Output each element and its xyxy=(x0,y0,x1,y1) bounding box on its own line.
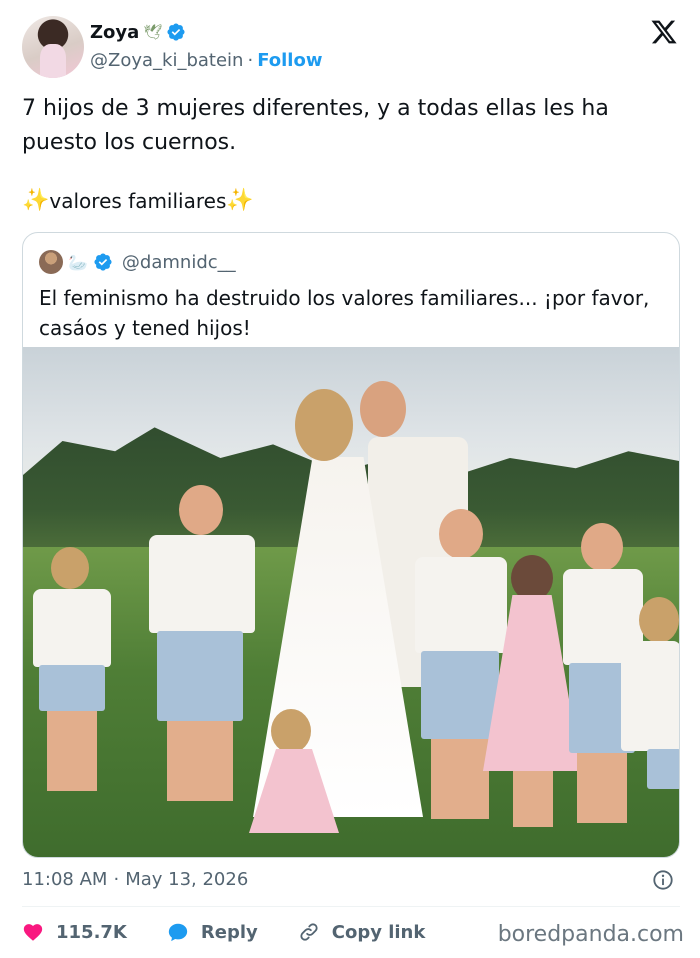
reply-label: Reply xyxy=(200,921,258,943)
copy-link-label: Copy link xyxy=(331,921,426,943)
footer-divider xyxy=(22,906,680,907)
family-photo[interactable] xyxy=(23,347,679,857)
dove-emoji-icon: 🕊 xyxy=(143,23,163,41)
author-info: Zoya 🕊 @Zoya_ki_batein · Follow xyxy=(90,18,322,74)
heart-icon xyxy=(23,924,43,941)
name-row: Zoya 🕊 xyxy=(90,18,322,46)
quoted-verified-badge-icon xyxy=(94,253,112,271)
source-watermark: boredpanda.com xyxy=(497,922,684,947)
like-button[interactable]: 115.7K xyxy=(22,921,127,943)
author-avatar[interactable] xyxy=(22,16,84,78)
quoted-handle[interactable]: @damnidc__ xyxy=(122,252,236,273)
tweet-tagline: ✨ valores familiares ✨ xyxy=(22,184,254,218)
reply-button[interactable]: Reply xyxy=(167,921,258,943)
tagline-text: valores familiares xyxy=(49,189,227,213)
photo-bride-head xyxy=(295,389,353,461)
verified-badge-icon xyxy=(167,23,185,41)
tweet-body: 7 hijos de 3 mujeres diferentes, y a tod… xyxy=(22,96,609,155)
quoted-text: El feminismo ha destruido los valores fa… xyxy=(39,286,650,340)
timestamp-separator: · xyxy=(113,869,120,890)
follow-button[interactable]: Follow xyxy=(257,50,322,71)
quoted-header: 🦢 @damnidc__ xyxy=(39,249,236,275)
copy-link-button[interactable]: Copy link xyxy=(298,921,426,943)
quoted-avatar[interactable] xyxy=(39,250,63,274)
link-icon xyxy=(300,923,318,941)
handle-row: @Zoya_ki_batein · Follow xyxy=(90,46,322,74)
x-logo-icon[interactable] xyxy=(650,18,678,46)
sparkle-right-icon: ✨ xyxy=(226,188,254,213)
tweet-date: May 13, 2026 xyxy=(125,869,249,890)
author-handle[interactable]: @Zoya_ki_batein xyxy=(90,50,243,71)
info-icon[interactable] xyxy=(652,869,674,891)
author-display-name[interactable]: Zoya xyxy=(90,22,139,43)
handle-separator: · xyxy=(247,49,254,71)
tweet-time: 11:08 AM xyxy=(22,869,108,890)
quoted-tweet[interactable]: 🦢 @damnidc__ El feminismo ha destruido l… xyxy=(22,232,680,858)
tweet-header: Zoya 🕊 @Zoya_ki_batein · Follow xyxy=(22,14,682,78)
action-bar: 115.7K Reply Copy link xyxy=(22,916,465,948)
speech-bubble-icon xyxy=(168,923,188,942)
like-count: 115.7K xyxy=(56,921,127,943)
sparkle-left-icon: ✨ xyxy=(22,188,50,213)
swan-emoji-icon: 🦢 xyxy=(68,252,88,272)
photo-groom-head xyxy=(360,381,406,437)
tweet-timestamp[interactable]: 11:08 AM · May 13, 2026 xyxy=(22,869,248,890)
